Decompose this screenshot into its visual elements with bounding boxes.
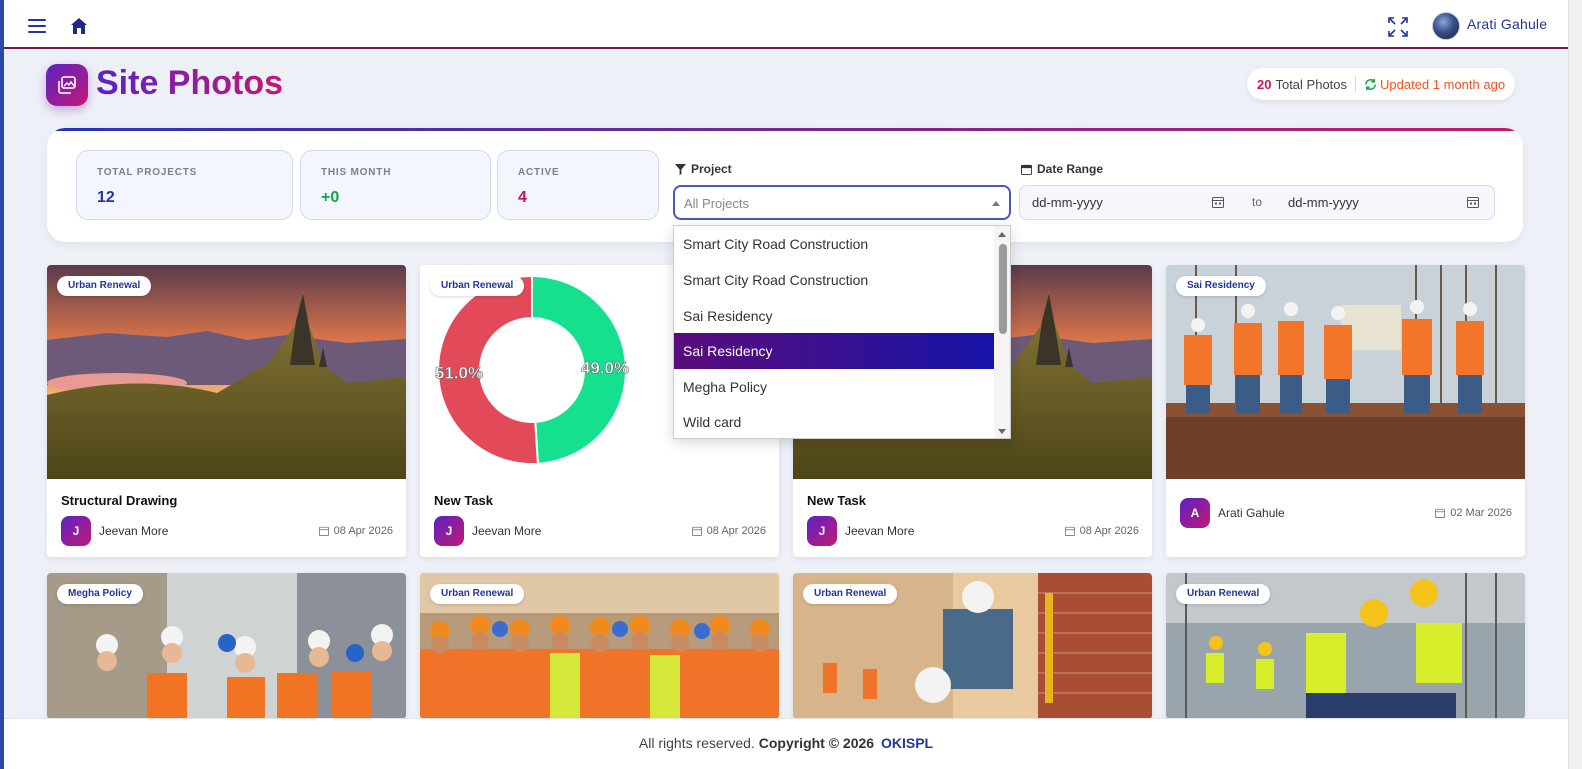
date-from-input[interactable]: dd-mm-yyyy [1032, 186, 1232, 219]
card-title: New Task [434, 493, 494, 508]
stat-this-month: THIS MONTH +0 [300, 150, 491, 220]
uploader-name: Jeevan More [472, 524, 542, 538]
dropdown-scrollbar[interactable] [994, 226, 1010, 438]
project-dropdown-list[interactable]: Smart City Road Construction Smart City … [673, 225, 1011, 439]
card-date: 08 Apr 2026 [691, 525, 766, 537]
project-filter-label: Project [675, 162, 732, 176]
photo-card[interactable]: Urban Renewal Structural Drawing J Jeeva… [47, 265, 406, 557]
user-name[interactable]: Arati Gahule [1467, 16, 1547, 32]
donut-slice-label: 51.0% [435, 363, 483, 382]
fullscreen-icon[interactable] [1387, 16, 1409, 38]
stat-total-projects: TOTAL PROJECTS 12 [76, 150, 293, 220]
avatar: A [1180, 498, 1210, 528]
filter-icon [675, 163, 686, 175]
uploader-name: Jeevan More [845, 524, 915, 538]
dropdown-option[interactable]: Wild card [674, 404, 996, 438]
card-date: 08 Apr 2026 [318, 525, 393, 537]
photo-card[interactable]: Urban Renewal [1166, 573, 1525, 719]
avatar: J [61, 516, 91, 546]
dropdown-option[interactable]: Sai Residency [674, 298, 996, 334]
updated-status: Updated 1 month ago [1364, 77, 1505, 92]
user-avatar[interactable] [1432, 12, 1460, 40]
project-badge: Urban Renewal [803, 584, 898, 604]
donut-slice-label: 49.0% [581, 359, 629, 378]
photo-summary: 20 Total Photos Updated 1 month ago [1247, 68, 1516, 100]
project-badge: Urban Renewal [430, 276, 525, 296]
construction-workers-image[interactable] [1166, 265, 1525, 479]
project-badge: Urban Renewal [430, 584, 525, 604]
photo-card[interactable]: Sai Residency A Arati Gahule 02 Mar 2026 [1166, 265, 1525, 557]
photos-icon [46, 64, 88, 106]
home-icon[interactable] [68, 15, 90, 37]
total-photos-count: 20 [1257, 76, 1272, 92]
card-title: Structural Drawing [61, 493, 178, 508]
photo-card[interactable]: Megha Policy [47, 573, 406, 719]
calendar-icon[interactable] [1212, 196, 1224, 208]
page-scrollbar[interactable] [1568, 0, 1582, 769]
date-range-label: Date Range [1021, 162, 1103, 176]
dropdown-option-highlighted[interactable]: Sai Residency [674, 333, 996, 369]
calendar-icon [1064, 526, 1075, 536]
calendar-icon[interactable] [1467, 196, 1479, 208]
footer-brand[interactable]: OKISPL [881, 735, 933, 751]
dropdown-option[interactable]: Megha Policy [674, 369, 996, 405]
date-range-inputs: dd-mm-yyyy to dd-mm-yyyy [1019, 185, 1495, 220]
card-date: 08 Apr 2026 [1064, 525, 1139, 537]
page-title: Site Photos [96, 64, 284, 102]
chevron-up-icon [992, 201, 1000, 206]
project-badge: Sai Residency [1176, 276, 1266, 296]
avatar: J [807, 516, 837, 546]
calendar-icon [1435, 508, 1446, 518]
calendar-icon [318, 526, 329, 536]
total-photos-label: Total Photos [1275, 76, 1348, 92]
date-to-input[interactable]: dd-mm-yyyy [1288, 186, 1468, 219]
dropdown-option[interactable]: Smart City Road Construction [674, 226, 996, 262]
calendar-icon [1021, 164, 1032, 175]
footer-copyright: Copyright © 2026 [758, 735, 875, 751]
project-badge: Megha Policy [57, 584, 143, 604]
project-badge: Urban Renewal [57, 276, 152, 296]
scroll-up-icon[interactable] [998, 232, 1006, 237]
photo-card[interactable]: Urban Renewal [793, 573, 1152, 719]
top-navbar: Arati Gahule [4, 0, 1568, 49]
scroll-thumb[interactable] [999, 244, 1007, 334]
scroll-down-icon[interactable] [998, 429, 1006, 434]
updated-text: Updated 1 month ago [1380, 76, 1506, 92]
mountain-landscape-image[interactable] [47, 265, 406, 479]
footer-text: All rights reserved. [638, 735, 755, 751]
refresh-icon [1365, 78, 1376, 90]
dropdown-option[interactable]: Smart City Road Construction [674, 262, 996, 298]
left-accent-bar [0, 0, 4, 769]
stat-active: ACTIVE 4 [497, 150, 659, 220]
uploader-name: Jeevan More [99, 524, 169, 538]
footer: All rights reserved. Copyright © 2026 OK… [4, 718, 1568, 769]
calendar-icon [691, 526, 702, 536]
project-select[interactable]: All Projects [673, 185, 1011, 220]
menu-icon[interactable] [28, 19, 46, 33]
avatar: J [434, 516, 464, 546]
uploader-name: Arati Gahule [1218, 506, 1285, 520]
card-title: New Task [807, 493, 867, 508]
photo-card[interactable]: Urban Renewal [420, 573, 779, 719]
date-to-text: to [1252, 195, 1263, 209]
card-date: 02 Mar 2026 [1435, 507, 1512, 519]
project-badge: Urban Renewal [1176, 584, 1271, 604]
